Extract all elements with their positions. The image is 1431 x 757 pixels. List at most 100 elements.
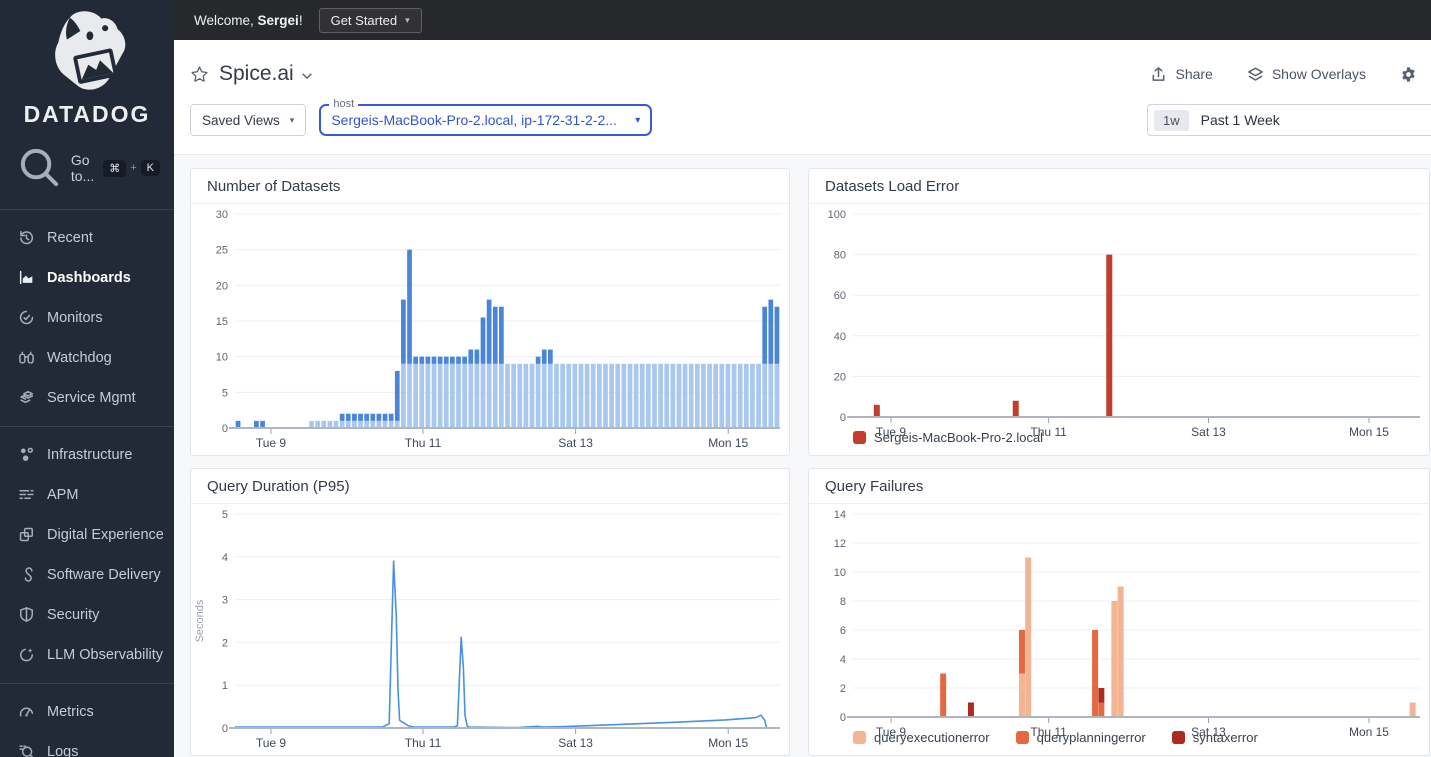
welcome-message: Welcome, Sergei! xyxy=(194,12,303,28)
share-button[interactable]: Share xyxy=(1150,66,1213,83)
sidebar-item-software-delivery[interactable]: Software Delivery xyxy=(0,555,174,595)
sidebar-item-digital-experience[interactable]: Digital Experience xyxy=(0,515,174,555)
chart-title: Query Duration (P95) xyxy=(191,469,789,504)
svg-text:3: 3 xyxy=(222,595,228,607)
svg-text:Sat 13: Sat 13 xyxy=(558,436,593,450)
svg-text:30: 30 xyxy=(216,209,228,221)
metrics-gauge-icon xyxy=(18,703,35,720)
sidebar-item-metrics[interactable]: Metrics xyxy=(0,692,174,732)
svg-text:Tue 9: Tue 9 xyxy=(876,425,907,439)
sidebar-divider xyxy=(0,425,174,427)
svg-text:8: 8 xyxy=(840,596,846,608)
chevron-down-icon: ▾ xyxy=(635,114,641,126)
svg-text:Mon 15: Mon 15 xyxy=(1349,425,1389,439)
sidebar-divider xyxy=(0,682,174,684)
sidebar-item-service-mgmt[interactable]: Service Mgmt xyxy=(0,378,174,418)
svg-text:Mon 15: Mon 15 xyxy=(708,736,748,750)
svg-text:40: 40 xyxy=(834,331,846,343)
svg-text:Thu 11: Thu 11 xyxy=(405,736,442,750)
chart-title: Datasets Load Error xyxy=(809,169,1429,204)
title-chevron-down-icon[interactable] xyxy=(300,69,314,83)
show-overlays-button[interactable]: Show Overlays xyxy=(1247,66,1366,83)
chart-card-datasets-load-error: Datasets Load Error 0 20 40 60 80 100 Tue 9 Thu… xyxy=(808,168,1430,456)
svg-text:Thu 11: Thu 11 xyxy=(405,436,442,450)
chart-title: Number of Datasets xyxy=(191,169,789,204)
datadog-logo[interactable]: DATADOG xyxy=(0,0,174,134)
svg-text:0: 0 xyxy=(840,712,846,724)
dashboards-icon xyxy=(18,269,35,286)
svg-text:0: 0 xyxy=(840,412,846,424)
security-shield-icon xyxy=(18,606,35,623)
search-icon xyxy=(16,144,62,193)
layers-icon xyxy=(1247,67,1263,81)
svg-text:25: 25 xyxy=(216,245,228,257)
share-upload-icon xyxy=(1153,66,1165,81)
svg-text:Thu 11: Thu 11 xyxy=(1030,725,1067,739)
svg-text:Seconds: Seconds xyxy=(194,599,206,642)
chart-canvas-query-failures[interactable]: 0 2 4 6 8 10 12 14 Tue 9 Thu 11 Sat 13 Mon 15 xyxy=(809,504,1429,739)
charts-grid: Number of Datasets 0 5 10 15 20 25 30 Tue 9 Thu … xyxy=(174,155,1431,756)
chart-canvas-query-duration[interactable]: 0 1 2 3 4 5 Seconds Tue 9 Thu 11 Sat 13 Mon 15 xyxy=(191,504,789,755)
favorite-star-icon[interactable] xyxy=(190,65,209,84)
svg-text:80: 80 xyxy=(834,250,846,262)
main-content: Spice.ai Share Show Overlays Saved Views… xyxy=(174,0,1431,756)
settings-gear-icon[interactable] xyxy=(1400,66,1417,83)
goto-search[interactable]: Go to... ⌘ + K xyxy=(0,134,174,207)
host-select-label: host xyxy=(329,98,359,110)
sidebar-item-infrastructure[interactable]: Infrastructure xyxy=(0,435,174,475)
svg-text:12: 12 xyxy=(834,538,846,550)
sidebar-item-recent[interactable]: Recent xyxy=(0,218,174,258)
sidebar-item-llm-observability[interactable]: LLM Observability xyxy=(0,635,174,675)
svg-text:14: 14 xyxy=(834,509,846,521)
apm-icon xyxy=(18,486,35,503)
dashboard-header: Spice.ai Share Show Overlays Saved Views… xyxy=(174,40,1431,155)
svg-text:4: 4 xyxy=(222,552,228,564)
svg-text:2: 2 xyxy=(840,683,846,695)
svg-text:Tue 9: Tue 9 xyxy=(256,736,287,750)
svg-text:4: 4 xyxy=(840,654,846,666)
chart-card-number-of-datasets: Number of Datasets 0 5 10 15 20 25 30 Tue 9 Thu … xyxy=(190,168,790,456)
svg-text:Tue 9: Tue 9 xyxy=(876,725,907,739)
sidebar-divider xyxy=(0,208,174,210)
svg-text:6: 6 xyxy=(840,625,846,637)
get-started-button[interactable]: Get Started ▾ xyxy=(318,7,422,33)
chart-canvas-datasets-load-error[interactable]: 0 20 40 60 80 100 Tue 9 Thu 11 Sat 13 Mon 15 xyxy=(809,204,1429,439)
time-range-label: Past 1 Week xyxy=(1200,112,1280,128)
chart-card-query-duration: Query Duration (P95) 0 1 2 3 4 5 Seconds Tue 9 T… xyxy=(190,468,790,756)
svg-text:15: 15 xyxy=(216,316,228,328)
svg-text:Mon 15: Mon 15 xyxy=(1349,725,1389,739)
host-select[interactable]: host Sergeis-MacBook-Pro-2.local, ip-172… xyxy=(319,98,653,136)
logs-icon xyxy=(18,743,35,757)
host-select-value: Sergeis-MacBook-Pro-2.local, ip-172-31-2… xyxy=(331,112,617,128)
svg-text:Mon 15: Mon 15 xyxy=(708,436,748,450)
sidebar-item-apm[interactable]: APM xyxy=(0,475,174,515)
watchdog-binoculars-icon xyxy=(18,349,35,366)
sidebar-item-monitors[interactable]: Monitors xyxy=(0,298,174,338)
svg-text:10: 10 xyxy=(834,567,846,579)
svg-text:Thu 11: Thu 11 xyxy=(1030,425,1067,439)
service-mgmt-icon xyxy=(18,389,35,406)
goto-shortcut: ⌘ + K xyxy=(103,159,160,177)
svg-text:10: 10 xyxy=(216,352,228,364)
sidebar-item-dashboards[interactable]: Dashboards xyxy=(0,258,174,298)
infrastructure-icon xyxy=(18,446,35,463)
svg-text:5: 5 xyxy=(222,509,228,521)
chevron-down-icon: ▾ xyxy=(405,14,410,25)
sidebar-item-logs[interactable]: Logs xyxy=(0,732,174,757)
svg-text:5: 5 xyxy=(222,387,228,399)
sidebar-item-security[interactable]: Security xyxy=(0,595,174,635)
time-range-selector[interactable]: 1w Past 1 Week xyxy=(1147,104,1431,136)
page-title: Spice.ai xyxy=(219,62,294,85)
svg-text:0: 0 xyxy=(222,723,228,735)
monitors-icon xyxy=(18,309,35,326)
sidebar: DATADOG Go to... ⌘ + K Recent Dashboards… xyxy=(0,0,174,757)
svg-text:100: 100 xyxy=(828,209,846,221)
chart-card-query-failures: Query Failures 0 2 4 6 8 10 12 14 Tue 9 Thu 11 Sat… xyxy=(808,468,1430,756)
svg-text:60: 60 xyxy=(834,290,846,302)
chart-canvas-number-of-datasets[interactable]: 0 5 10 15 20 25 30 Tue 9 Thu 11 Sat 13 Mon 15 xyxy=(191,204,789,455)
software-delivery-icon xyxy=(18,566,35,583)
saved-views-dropdown[interactable]: Saved Views ▾ xyxy=(190,104,307,136)
sidebar-item-watchdog[interactable]: Watchdog xyxy=(0,338,174,378)
svg-text:0: 0 xyxy=(222,423,228,435)
svg-text:Sat 13: Sat 13 xyxy=(1191,425,1226,439)
